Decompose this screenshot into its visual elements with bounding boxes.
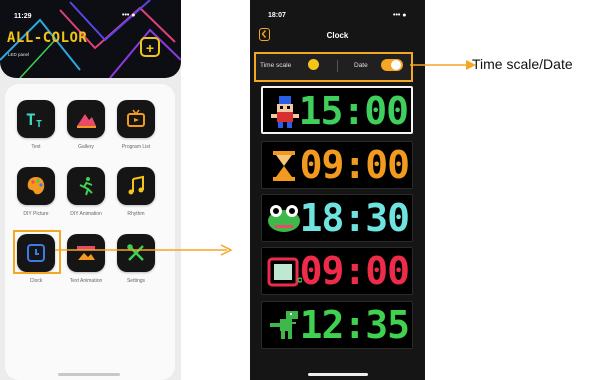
- right-phone-screen: 18:07 ••• ● Clock Time scale Date 15:00 …: [250, 0, 425, 380]
- date-label: Date: [354, 62, 368, 69]
- home-indicator: [58, 373, 120, 376]
- annotation-arrow: [410, 60, 476, 70]
- add-button[interactable]: +: [140, 37, 160, 57]
- app-label: Rhythm: [127, 211, 145, 217]
- annotation-label: Time scale/Date: [472, 56, 573, 72]
- clock-time-display: 15:00: [298, 89, 409, 133]
- app-subtitle: LED panel: [8, 52, 30, 57]
- clock-highlight-box: [13, 230, 61, 274]
- clock-style-2[interactable]: 09:00: [261, 141, 413, 189]
- app-gallery[interactable]: [67, 100, 105, 138]
- clock-time-display: 12:35: [299, 303, 410, 347]
- clock-time-display: 18:30: [299, 196, 410, 240]
- music-note-icon: [128, 175, 144, 195]
- tv-screen-icon: [267, 257, 302, 287]
- status-time: 18:07: [268, 12, 286, 19]
- time-scale-label: Time scale: [260, 62, 292, 69]
- arrow-connector: [55, 244, 233, 256]
- status-time: 11:29: [14, 13, 32, 20]
- hourglass-icon: [273, 151, 295, 181]
- clock-time-display: 09:00: [299, 249, 410, 293]
- app-header-banner: 11:29 ••• ● ALL-COLOR LED panel +: [0, 0, 181, 78]
- left-phone-screen: 11:29 ••• ● ALL-COLOR LED panel + TT Tex…: [0, 0, 181, 380]
- app-label: Settings: [126, 278, 146, 284]
- app-program-list[interactable]: [117, 100, 155, 138]
- tv-icon: [127, 109, 145, 127]
- clock-time-display: 09:00: [299, 143, 410, 187]
- clock-style-5[interactable]: 12:35: [261, 301, 413, 349]
- clock-style-4[interactable]: 09:00: [261, 247, 413, 295]
- time-scale-toggle-icon[interactable]: [308, 59, 319, 70]
- svg-text:T: T: [36, 119, 42, 130]
- toggle-knob: [391, 60, 401, 70]
- app-rhythm[interactable]: [117, 167, 155, 205]
- clock-style-3[interactable]: 18:30: [261, 194, 413, 242]
- running-figure-icon: [79, 177, 93, 196]
- app-label: Program List: [121, 144, 151, 150]
- page-title: Clock: [326, 31, 349, 40]
- gallery-icon: [77, 114, 96, 128]
- home-indicator: [308, 373, 368, 376]
- robot-character-icon: [271, 96, 299, 128]
- status-indicators: ••• ●: [122, 12, 136, 19]
- text-icon: TT: [26, 110, 42, 130]
- app-diy-animation[interactable]: [67, 167, 105, 205]
- app-logo: ALL-COLOR: [7, 30, 88, 46]
- dinosaur-icon: [270, 311, 298, 339]
- status-indicators: ••• ●: [393, 12, 407, 19]
- divider: [337, 60, 338, 72]
- frog-icon: [268, 205, 300, 232]
- app-text[interactable]: TT: [17, 100, 55, 138]
- clock-style-1[interactable]: 15:00: [261, 86, 413, 134]
- app-diy-picture[interactable]: [17, 167, 55, 205]
- svg-text:T: T: [26, 110, 36, 129]
- palette-icon: [27, 177, 45, 195]
